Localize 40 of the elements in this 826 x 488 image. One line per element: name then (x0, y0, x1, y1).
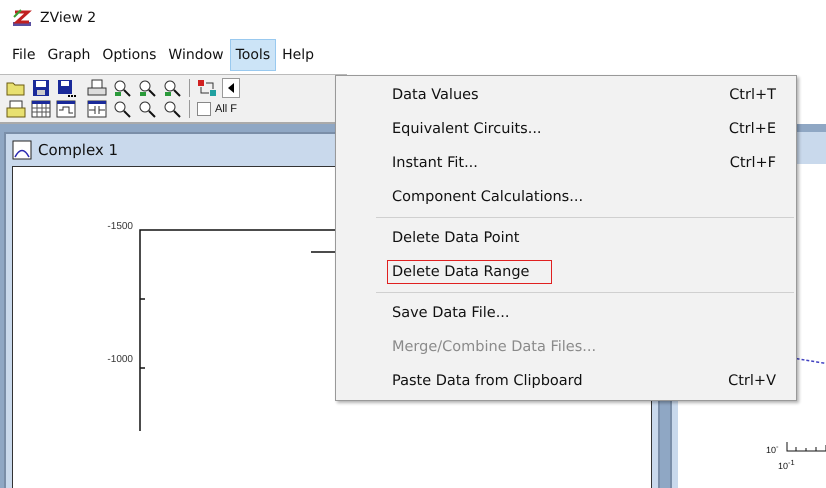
menu-item[interactable]: Delete Data Point (336, 221, 796, 255)
magnify-icon[interactable] (112, 100, 132, 118)
zoom-icon[interactable] (137, 79, 157, 97)
axis-tick-label: -1000 (107, 354, 133, 365)
menu-item[interactable]: File (6, 39, 42, 71)
menu-item[interactable]: Paste Data from Clipboard Ctrl+V (336, 364, 796, 398)
zoom-icon[interactable] (162, 79, 182, 97)
axis-tick-label: 10$^{-1}$ (778, 458, 795, 471)
axis-tick-label: 10$^{-}$ (766, 442, 779, 455)
menu-item[interactable]: Window (162, 39, 230, 71)
zoom-icon[interactable] (112, 79, 132, 97)
save-as-icon[interactable] (56, 79, 76, 97)
menu-item[interactable]: Save Data File... (336, 296, 796, 330)
circuit-window-icon[interactable] (56, 100, 76, 118)
app-logo-icon (12, 9, 32, 27)
graph-window-icon (12, 140, 32, 160)
menu-item[interactable]: Tools (230, 39, 276, 71)
menu-item[interactable]: Instant Fit... Ctrl+F (336, 146, 796, 180)
magnify-icon[interactable] (162, 100, 182, 118)
left-arrow-icon (227, 83, 235, 93)
table-icon[interactable] (31, 100, 51, 118)
open-z-file-icon[interactable] (6, 100, 26, 118)
menu-item[interactable]: Options (96, 39, 162, 71)
graph-window-title: Complex 1 (38, 141, 118, 159)
capacitor-window-icon[interactable] (87, 100, 107, 118)
arrow-button[interactable] (222, 78, 240, 98)
checkbox-label: All F (215, 103, 237, 115)
magnify-icon[interactable] (137, 100, 157, 118)
window-title: ZView 2 (40, 10, 96, 26)
axis-tick-label: -1500 (107, 221, 133, 232)
menu-item[interactable]: Delete Data Range (336, 255, 796, 289)
menu-item[interactable]: Graph (41, 39, 96, 71)
menu-item[interactable]: Data Values Ctrl+T (336, 78, 796, 112)
menu-item[interactable]: Help (276, 39, 320, 71)
menu-item[interactable]: Equivalent Circuits... Ctrl+E (336, 112, 796, 146)
menu-item[interactable]: Component Calculations... (336, 180, 796, 214)
all-files-checkbox[interactable] (197, 102, 211, 116)
save-icon[interactable] (31, 79, 51, 97)
print-icon[interactable] (87, 79, 107, 97)
swap-icon[interactable] (197, 79, 217, 97)
